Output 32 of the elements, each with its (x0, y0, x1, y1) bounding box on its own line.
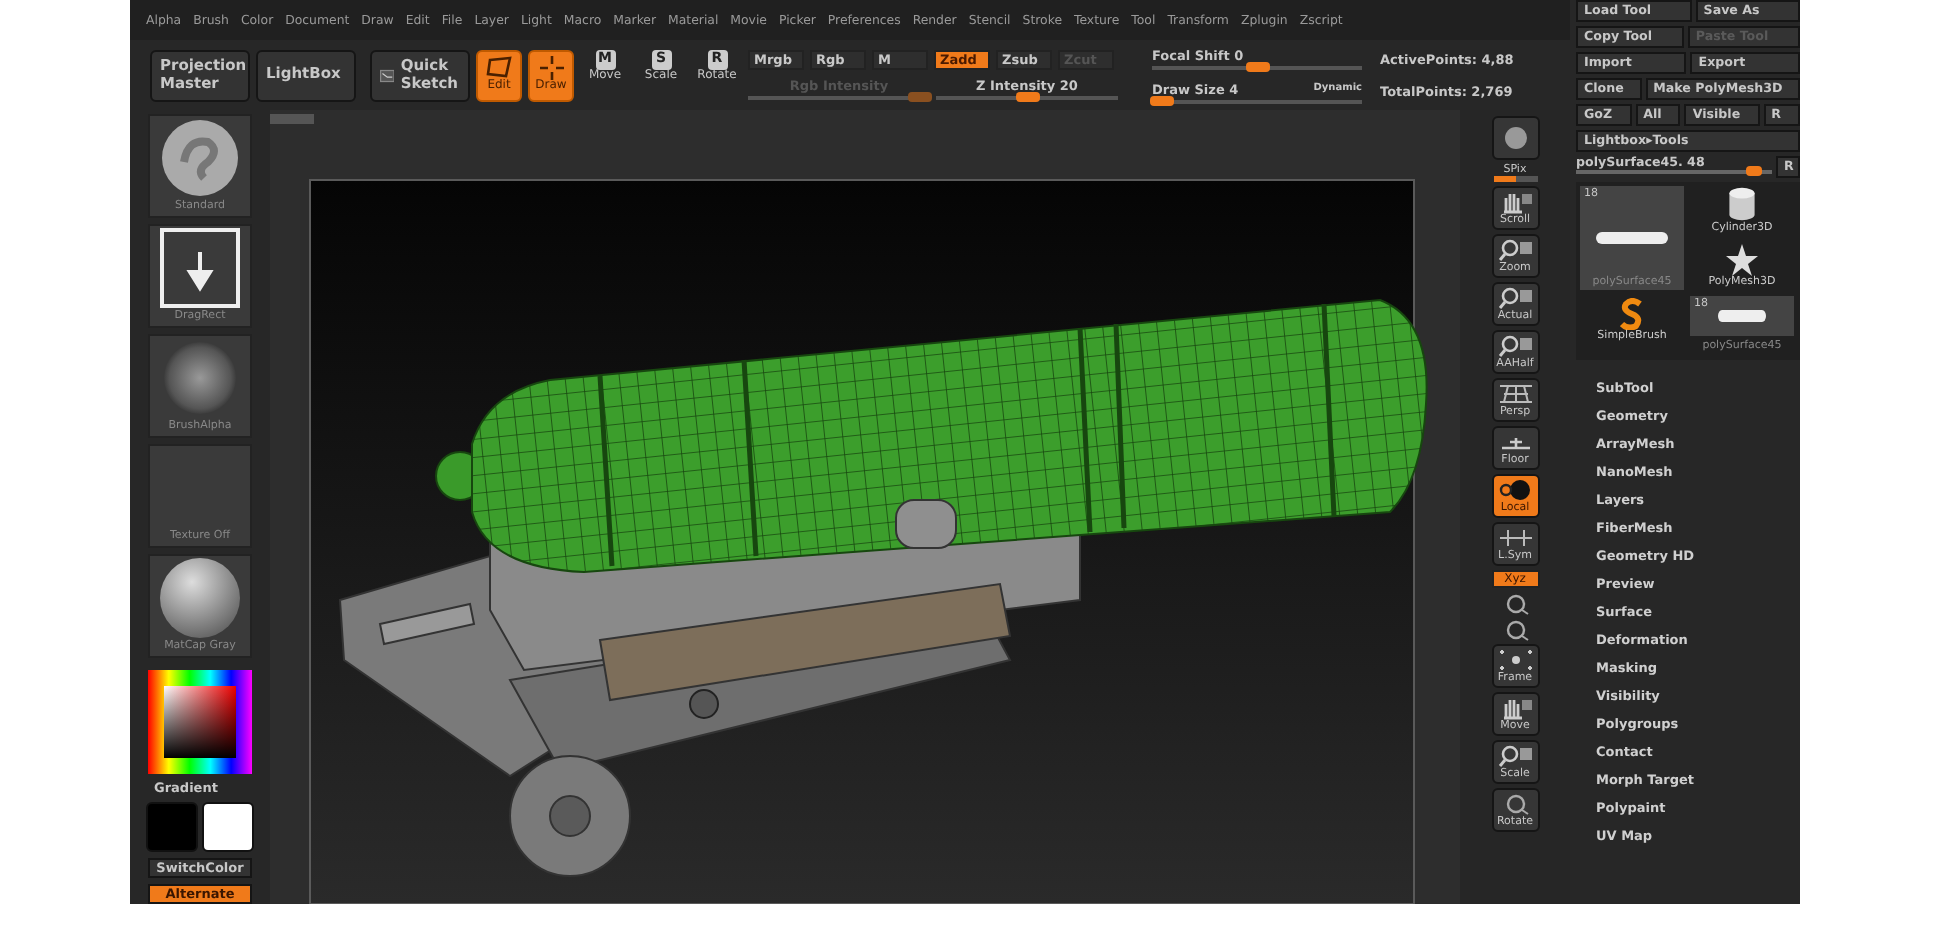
color-picker[interactable] (148, 670, 252, 774)
cylinder-icon (1726, 186, 1758, 222)
grid-icon (1497, 382, 1533, 406)
rod-icon (1596, 230, 1668, 246)
slider-thumb[interactable] (1150, 95, 1175, 105)
crosshair-icon (537, 56, 565, 81)
slider-fill[interactable] (1493, 176, 1515, 182)
magnifier-icon (1497, 744, 1533, 768)
slider-thumb[interactable] (1746, 166, 1763, 176)
scroll-bar[interactable] (270, 114, 314, 124)
magnifier-icon (1497, 286, 1533, 310)
alpha-blur-icon (164, 342, 236, 414)
slider-thumb[interactable] (1245, 61, 1269, 71)
color-swatch[interactable] (202, 802, 254, 852)
material-sphere-icon (160, 558, 240, 638)
sketch-icon (380, 65, 395, 85)
brush-sphere-icon (160, 118, 240, 198)
color-swatch[interactable] (146, 802, 198, 852)
arrow-square-icon (160, 228, 240, 308)
viewport[interactable] (270, 110, 1460, 904)
spix-slider[interactable] (1493, 176, 1537, 182)
axis-icon (1497, 526, 1533, 550)
slider-thumb[interactable] (1015, 92, 1039, 102)
edit-icon (485, 56, 513, 81)
cannon-drawing[interactable] (338, 299, 1428, 877)
star-icon (1726, 243, 1758, 275)
view-button[interactable] (1491, 116, 1539, 160)
magnifier-icon (1497, 334, 1533, 358)
frame-icon (1497, 648, 1533, 672)
rod-icon (1718, 308, 1766, 324)
magnifier-icon (1497, 238, 1533, 262)
s-logo-icon (1620, 298, 1644, 330)
